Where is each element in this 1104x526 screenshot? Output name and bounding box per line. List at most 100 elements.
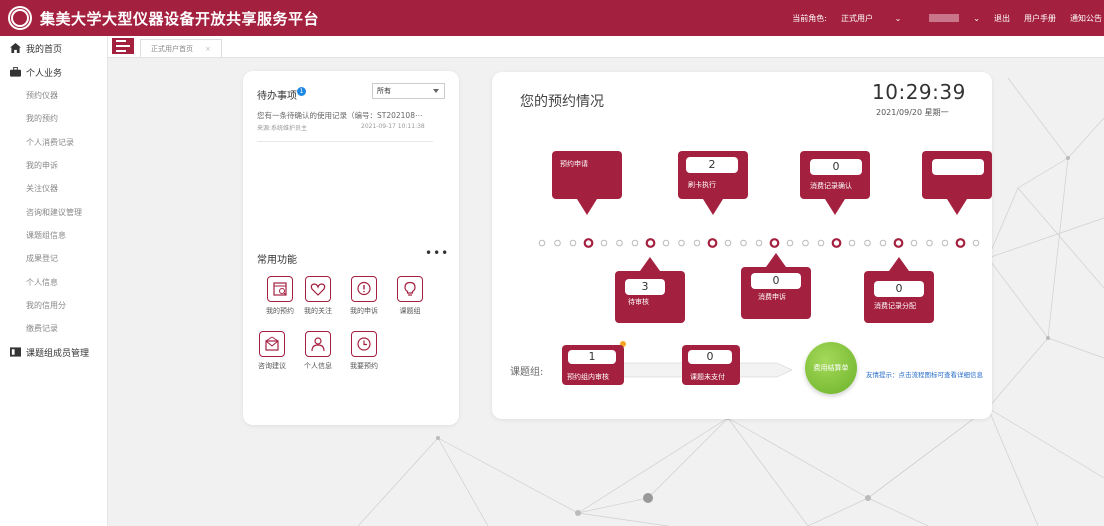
step-consumption-allocation[interactable]: 0 消费记录分配 (864, 257, 934, 323)
step-label: 刷卡执行 (688, 181, 716, 189)
sidebar-item-consumption[interactable]: 个人消费记录 (0, 131, 107, 154)
alert-bubble-icon (351, 276, 377, 302)
step-card-execution[interactable]: 2 刷卡执行 (678, 151, 748, 215)
briefcase-icon (10, 67, 21, 77)
timeline-milestone-dot (583, 238, 594, 248)
todo-message[interactable]: 您有一条待确认的使用记录（编号：ST202108⋯ (257, 110, 433, 121)
role-label: 当前角色: (792, 13, 827, 23)
step-consumption-appeal[interactable]: 0 消费申诉 (741, 253, 811, 319)
more-icon[interactable]: ••• (425, 246, 449, 260)
timeline-milestone-dot (831, 238, 842, 248)
todo-count-badge: 1 (297, 87, 306, 96)
logout-link[interactable]: 退出 (994, 13, 1010, 24)
timeline-dot (616, 239, 623, 247)
todo-filter-value: 所有 (377, 87, 391, 95)
university-logo-icon (8, 6, 32, 30)
divider (257, 141, 433, 142)
function-my-appeal[interactable]: 我的申诉 (342, 276, 386, 316)
timeline-dot (786, 239, 794, 247)
timeline-milestone-dot (645, 238, 656, 248)
tab-label: 正式用户首页 (151, 44, 193, 53)
sidebar-section-personal[interactable]: 个人业务 (0, 60, 107, 84)
step-count (932, 159, 984, 175)
settlement-button[interactable]: 费用结算单 (805, 342, 857, 394)
notice-link[interactable]: 通知公告 (1070, 13, 1102, 24)
user-name-redacted[interactable] (929, 14, 960, 22)
timeline-dot (817, 239, 825, 247)
step-next[interactable] (922, 151, 992, 215)
sidebar-item-personal-info[interactable]: 个人信息 (0, 270, 107, 293)
sidebar-item-home[interactable]: 我的首页 (0, 36, 107, 60)
function-advice[interactable]: 咨询建议 (250, 331, 294, 371)
function-personal-info[interactable]: 个人信息 (296, 331, 340, 371)
timeline-dot (879, 239, 887, 247)
sidebar-item-credit[interactable]: 我的信用分 (0, 294, 107, 317)
todo-filter-select[interactable]: 所有 (372, 83, 445, 99)
tab-home[interactable]: 正式用户首页 × (140, 39, 222, 57)
callout-pointer (766, 253, 786, 267)
menu-toggle-icon[interactable] (112, 38, 134, 54)
app-title: 集美大学大型仪器设备开放共享服务平台 (40, 9, 320, 28)
step-booking-request[interactable]: 预约申请 (552, 151, 622, 215)
timeline-dot (740, 239, 747, 247)
step-consumption-confirm[interactable]: 0 消费记录确认 (800, 151, 870, 215)
functions-title: 常用功能 (257, 255, 297, 266)
sidebar-section-label: 课题组成员管理 (26, 348, 90, 359)
todo-time: 2021-09-17 10:11:38 (361, 123, 425, 130)
top-nav: 当前角色: 正式用户 ⌄ ⌄ 退出 用户手册 通知公告 (792, 0, 1104, 36)
hint-text: 友情提示：点击流程图标可查看详细信息 (866, 371, 983, 379)
function-my-watch[interactable]: 我的关注 (296, 276, 340, 316)
function-label: 咨询建议 (258, 362, 286, 370)
function-book-now[interactable]: 我要预约 (342, 331, 386, 371)
function-label: 个人信息 (304, 362, 332, 370)
group-label: 课题组: (510, 367, 544, 378)
function-label: 我要预约 (350, 362, 378, 370)
timeline-dot (678, 239, 685, 247)
sidebar-item-results[interactable]: 成果登记 (0, 247, 107, 270)
step-count: 0 (688, 350, 732, 364)
heart-icon (305, 276, 331, 302)
timeline-dot (802, 239, 809, 247)
callout-pointer (889, 257, 909, 271)
top-header: 集美大学大型仪器设备开放共享服务平台 当前角色: 正式用户 ⌄ ⌄ 退出 用户手… (0, 0, 1104, 36)
function-group[interactable]: 课题组 (388, 276, 432, 316)
sidebar-item-advice[interactable]: 咨询和建议管理 (0, 200, 107, 223)
sidebar-item-my-booking[interactable]: 我的预约 (0, 107, 107, 130)
sidebar-item-book-instrument[interactable]: 预约仪器 (0, 84, 107, 107)
step-pending-review[interactable]: 3 待审核 (615, 257, 685, 323)
sidebar-item-payment[interactable]: 缴费记录 (0, 317, 107, 340)
step-label: 消费申诉 (758, 293, 786, 301)
todo-source: 来源:系统维护员主 (257, 125, 308, 132)
step-group-review[interactable]: 1 预约组内审核 (562, 345, 624, 385)
todo-card: 待办事项 1 所有 您有一条待确认的使用记录（编号：ST202108⋯ 来源:系统… (243, 71, 459, 425)
role-select[interactable]: 正式用户 ⌄ (841, 13, 915, 24)
callout-pointer (577, 199, 597, 215)
user-chevron-down-icon[interactable]: ⌄ (973, 14, 980, 23)
callout-pointer (825, 199, 845, 215)
function-label: 我的关注 (304, 307, 332, 315)
step-label: 预约申请 (560, 160, 588, 168)
sidebar-section-group[interactable]: 课题组成员管理 (0, 340, 107, 364)
timeline-dot (554, 239, 561, 247)
clock-icon (351, 331, 377, 357)
sidebar-item-my-appeal[interactable]: 我的申诉 (0, 154, 107, 177)
timeline-milestone-dot (955, 238, 966, 248)
timeline-dot (926, 239, 933, 247)
timeline-dot (600, 239, 608, 247)
clock-time: 10:29:39 (872, 80, 966, 104)
timeline-dot (569, 239, 577, 247)
group-manage-icon (10, 347, 21, 357)
timeline-dot (693, 239, 701, 247)
step-count: 0 (874, 281, 924, 297)
timeline-dot (724, 239, 732, 247)
step-group-unpaid[interactable]: 0 课题未支付 (682, 345, 740, 385)
sidebar-section-label: 个人业务 (26, 68, 63, 79)
sidebar-item-watch[interactable]: 关注仪器 (0, 177, 107, 200)
manual-link[interactable]: 用户手册 (1024, 13, 1056, 24)
callout-pointer (947, 199, 967, 215)
timeline-dot (972, 239, 980, 247)
clock-date: 2021/09/20 星期一 (876, 108, 949, 117)
appointment-title: 您的预约情况 (520, 94, 604, 110)
sidebar-item-group-info[interactable]: 课题组信息 (0, 224, 107, 247)
close-icon[interactable]: × (205, 45, 211, 53)
